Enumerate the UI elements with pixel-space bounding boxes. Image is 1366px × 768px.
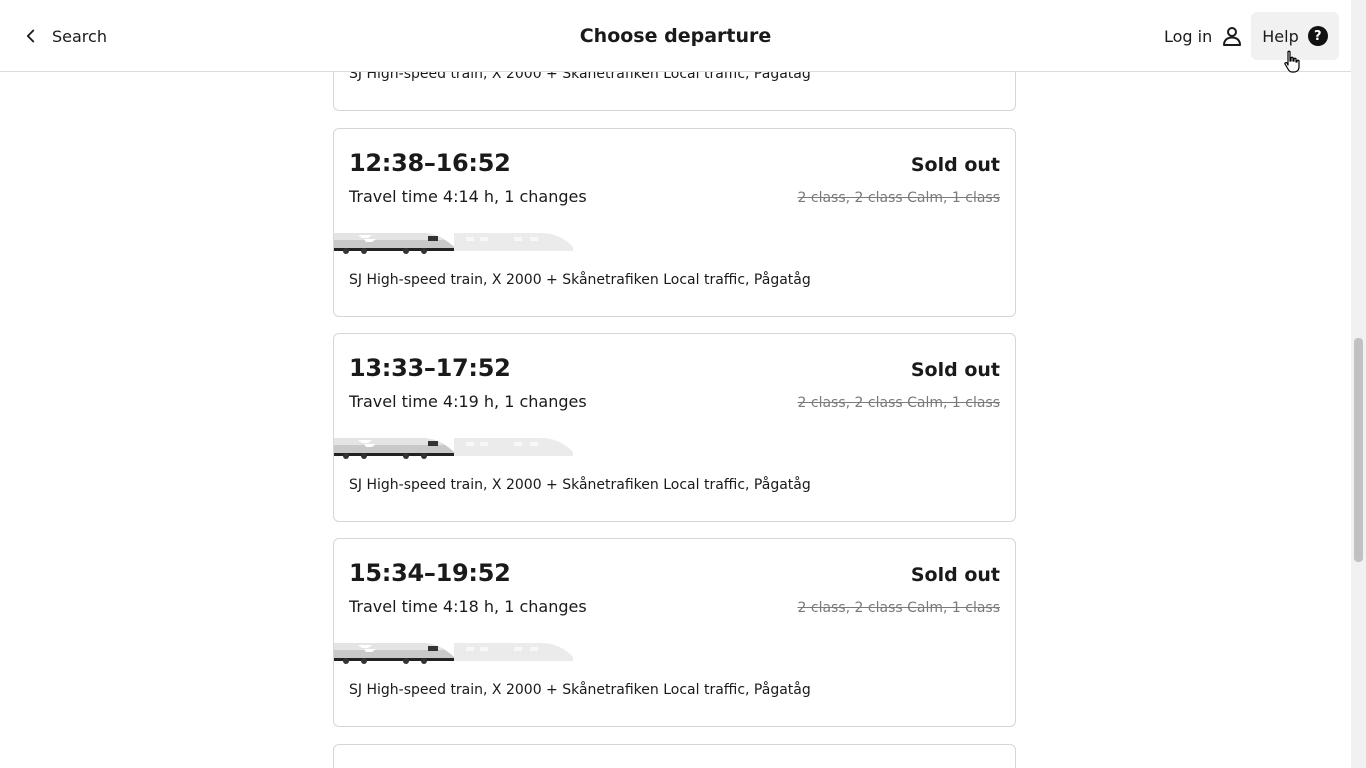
user-icon (1223, 27, 1242, 46)
train-icon (334, 438, 573, 459)
train-icon (334, 643, 573, 664)
scrollbar-thumb[interactable] (1354, 338, 1363, 562)
train-icon (334, 233, 573, 254)
ticket-classes: 2 class, 2 class Calm, 1 class (797, 600, 1000, 616)
ticket-classes: 2 class, 2 class Calm, 1 class (797, 395, 1000, 411)
operator-text: SJ High-speed train, X 2000 + Skånetrafi… (349, 682, 811, 698)
help-label: Help (1262, 26, 1299, 46)
hand-cursor-icon (1284, 50, 1300, 73)
departure-card[interactable]: 15:34–19:52 Travel time 4:18 h, 1 change… (333, 538, 1016, 727)
ticket-classes: 2 class, 2 class Calm, 1 class (797, 190, 1000, 206)
departure-card[interactable]: 13:33–17:52 Travel time 4:19 h, 1 change… (333, 333, 1016, 522)
departure-time: 13:33–17:52 (349, 354, 511, 382)
travel-time: Travel time 4:19 h, 1 changes (349, 392, 587, 411)
login-button[interactable]: Log in (1156, 20, 1252, 52)
page-title: Choose departure (579, 25, 772, 47)
departure-time: 15:34–19:52 (349, 559, 511, 587)
departure-card[interactable]: 12:38–16:52 Travel time 4:14 h, 1 change… (333, 128, 1016, 317)
operator-text: SJ High-speed train, X 2000 + Skånetrafi… (349, 477, 811, 493)
operator-text: SJ High-speed train, X 2000 + Skånetrafi… (349, 272, 811, 288)
login-label: Log in (1164, 26, 1213, 46)
travel-time: Travel time 4:18 h, 1 changes (349, 597, 587, 616)
sold-out-status: Sold out (910, 359, 1000, 381)
departure-card[interactable] (333, 744, 1016, 768)
departure-time: 12:38–16:52 (349, 149, 511, 177)
question-icon: ? (1307, 26, 1328, 46)
top-bar: Search Choose departure Log in Help ? (0, 0, 1351, 72)
sold-out-status: Sold out (910, 564, 1000, 586)
travel-time: Travel time 4:14 h, 1 changes (349, 187, 587, 206)
sold-out-status: Sold out (910, 154, 1000, 176)
